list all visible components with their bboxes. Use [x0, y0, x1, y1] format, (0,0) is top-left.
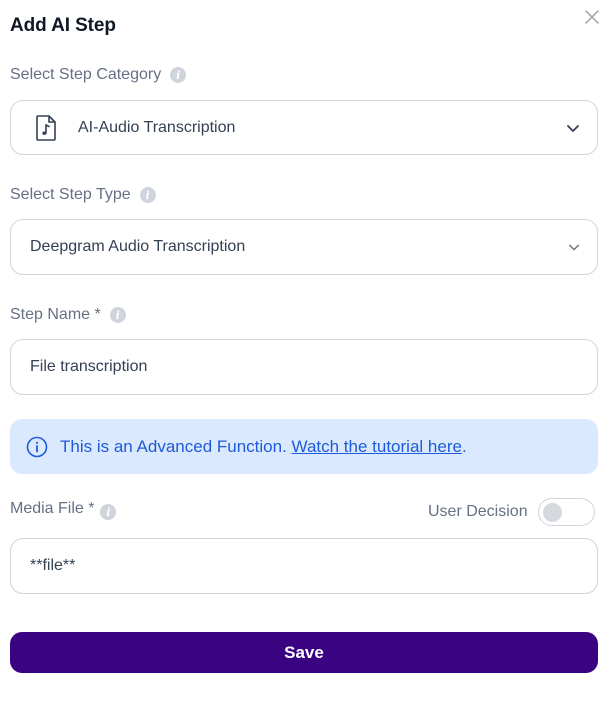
- toggle-knob: [542, 503, 562, 522]
- step-name-value: File transcription: [30, 358, 148, 375]
- step-name-input[interactable]: File transcription: [10, 339, 598, 395]
- category-value: AI-Audio Transcription: [78, 118, 236, 136]
- step-name-label: Step Name *: [10, 306, 101, 323]
- banner-text: This is an Advanced Function.: [60, 436, 287, 456]
- media-file-input[interactable]: **file**: [10, 538, 598, 594]
- user-decision-toggle[interactable]: [537, 498, 595, 526]
- save-button[interactable]: Save: [10, 632, 598, 673]
- category-label: Select Step Category: [10, 66, 162, 83]
- dialog-title: Add AI Step: [10, 15, 116, 36]
- info-circle-icon: [26, 436, 48, 457]
- media-file-label-row: Media File * i: [10, 498, 117, 520]
- close-icon: [585, 10, 599, 24]
- info-icon[interactable]: i: [100, 504, 117, 520]
- tutorial-link[interactable]: Watch the tutorial here: [292, 437, 462, 457]
- info-icon[interactable]: i: [139, 187, 156, 203]
- user-decision-control: User Decision: [428, 498, 595, 526]
- step-type-value: Deepgram Audio Transcription: [30, 238, 246, 255]
- advanced-function-banner: This is an Advanced Function. Watch the …: [10, 419, 598, 474]
- category-select[interactable]: AI-Audio Transcription: [10, 100, 598, 155]
- close-button[interactable]: [583, 8, 601, 26]
- chevron-down-icon: [567, 124, 579, 132]
- step-type-label-row: Select Step Type i: [10, 186, 156, 204]
- banner-suffix: .: [461, 436, 467, 456]
- chevron-down-icon: [568, 244, 580, 251]
- info-icon[interactable]: i: [109, 307, 126, 323]
- user-decision-label: User Decision: [428, 503, 528, 520]
- media-file-value: **file**: [30, 557, 76, 574]
- step-name-label-row: Step Name * i: [10, 306, 126, 324]
- media-file-label: Media File *: [10, 500, 95, 517]
- audio-file-icon: [36, 114, 56, 141]
- category-label-row: Select Step Category i: [10, 66, 187, 84]
- step-type-label: Select Step Type: [10, 186, 131, 203]
- info-icon[interactable]: i: [170, 67, 187, 83]
- step-type-select[interactable]: Deepgram Audio Transcription: [10, 219, 598, 275]
